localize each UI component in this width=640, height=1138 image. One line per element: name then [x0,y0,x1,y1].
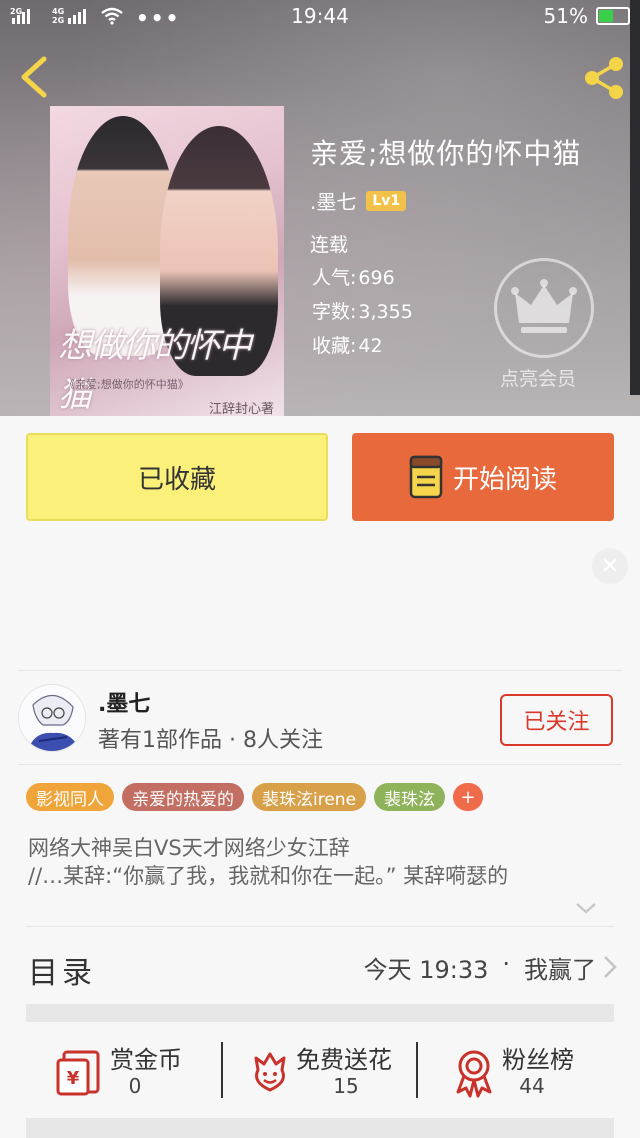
author-stats: 著有1部作品 · 8人关注 [98,728,323,753]
flower-icon [254,1052,286,1092]
favorites-label: 收藏 [312,335,351,357]
battery-percent: 51% [543,4,588,28]
book-wordcount: 字数: 3,355 [312,301,413,323]
follow-button[interactable]: 已关注 [500,694,613,746]
start-reading-label: 开始阅读 [452,464,557,495]
table-of-contents-row[interactable]: 目录 今天 19:33 · 我赢了 [0,928,640,1002]
battery-indicator: 51% [543,4,633,28]
tag-chip[interactable]: 影视同人 [26,783,114,811]
author-level-badge: Lv1 [366,190,407,211]
cover-author: 江辞封心著 [208,402,274,416]
book-status: 连载 [310,234,349,256]
avatar-illustration [19,685,85,751]
send-flowers-button[interactable]: 免费送花 15 [222,1024,418,1114]
more-tags-button[interactable]: + [453,783,484,811]
description-line: //…某辞:“你赢了我，我就和你在一起。” 某辞嗬瑟的 [28,864,509,888]
expand-description-button[interactable] [574,898,598,918]
battery-icon [596,7,633,25]
chevron-right-icon [604,956,617,978]
book-author[interactable]: .墨七 [310,186,356,215]
cover-subtitle: 《亲爱;想做你的怀中猫》 [64,378,189,391]
ribbon-medal-icon [456,1050,492,1098]
book-author-row: .墨七 Lv1 [310,186,407,215]
action-count: 15 [333,1074,359,1098]
book-icon [409,455,443,499]
popularity-value: 696 [358,267,395,289]
close-icon: ✕ [600,553,620,579]
action-label: 粉丝榜 [502,1046,574,1074]
chevron-left-icon [21,56,47,98]
tag-list: 影视同人 亲爱的热爱的 裴珠泫irene 裴珠泫 + [26,783,484,811]
action-count: 0 [128,1074,142,1098]
action-label: 赏金币 [110,1046,182,1074]
latest-chapter-info: 今天 19:33 · 我赢了 [364,950,596,985]
share-button[interactable] [580,54,628,102]
fan-ranking-button[interactable]: 粉丝榜 44 [418,1024,614,1114]
latest-chapter-title: 我赢了 [524,956,596,984]
action-divider [416,1042,418,1098]
back-button[interactable] [16,55,52,99]
tag-chip[interactable]: 裴珠泫 [374,783,446,811]
book-cover[interactable]: 想做你的怀中猫 《亲爱;想做你的怀中猫》 江辞封心著 [50,106,284,416]
close-ad-button[interactable]: ✕ [592,548,628,584]
section-divider [18,670,622,671]
action-divider [221,1042,223,1098]
wordcount-value: 3,355 [358,301,413,323]
status-bar: 2G 4G 2G ••• 19:44 51% [0,0,640,34]
wordcount-label: 字数 [312,301,351,323]
vip-button[interactable] [494,258,594,358]
book-favorites: 收藏: 42 [312,335,383,357]
tip-coins-button[interactable]: ¥ 赏金币 0 [26,1024,222,1114]
favorites-value: 42 [358,335,383,357]
reader-actions: ¥ 赏金币 0 免费送花 15 粉丝榜 44 [26,1024,614,1114]
section-gap [26,1004,614,1022]
book-header: 2G 4G 2G ••• 19:44 51% 想做你的怀中猫 《亲爱;想做你的怀… [0,0,640,416]
start-reading-button[interactable]: 开始阅读 [352,433,614,521]
red-envelope-icon: ¥ [56,1050,100,1096]
collected-button[interactable]: 已收藏 [26,433,328,521]
description-line: 网络大神吴白VS天才网络少女江辞 [28,836,350,860]
tag-chip[interactable]: 裴珠泫irene [252,783,367,811]
book-title: 亲爱;想做你的怀中猫 [310,137,582,170]
author-avatar[interactable] [18,684,86,752]
separator-dot: · [502,950,510,978]
book-description[interactable]: 网络大神吴白VS天才网络少女江辞 //…某辞:“你赢了我，我就和你在一起。” 某… [28,834,616,890]
action-label: 免费送花 [296,1046,392,1074]
svg-text:¥: ¥ [67,1068,80,1089]
vip-label[interactable]: 点亮会员 [500,364,576,391]
book-popularity: 人气: 696 [312,267,395,289]
crown-icon [511,279,577,333]
battery-level [599,10,613,22]
share-icon [585,57,623,99]
author-name[interactable]: .墨七 [98,686,150,718]
popularity-label: 人气 [312,267,351,289]
chevron-down-icon [576,903,596,914]
toc-label: 目录 [28,956,96,991]
tag-chip[interactable]: 亲爱的热爱的 [122,783,244,811]
action-count: 44 [519,1074,545,1098]
section-gap [26,1118,614,1138]
section-divider [18,764,622,765]
latest-update-time: 今天 19:33 [363,956,489,984]
section-divider [26,926,614,927]
